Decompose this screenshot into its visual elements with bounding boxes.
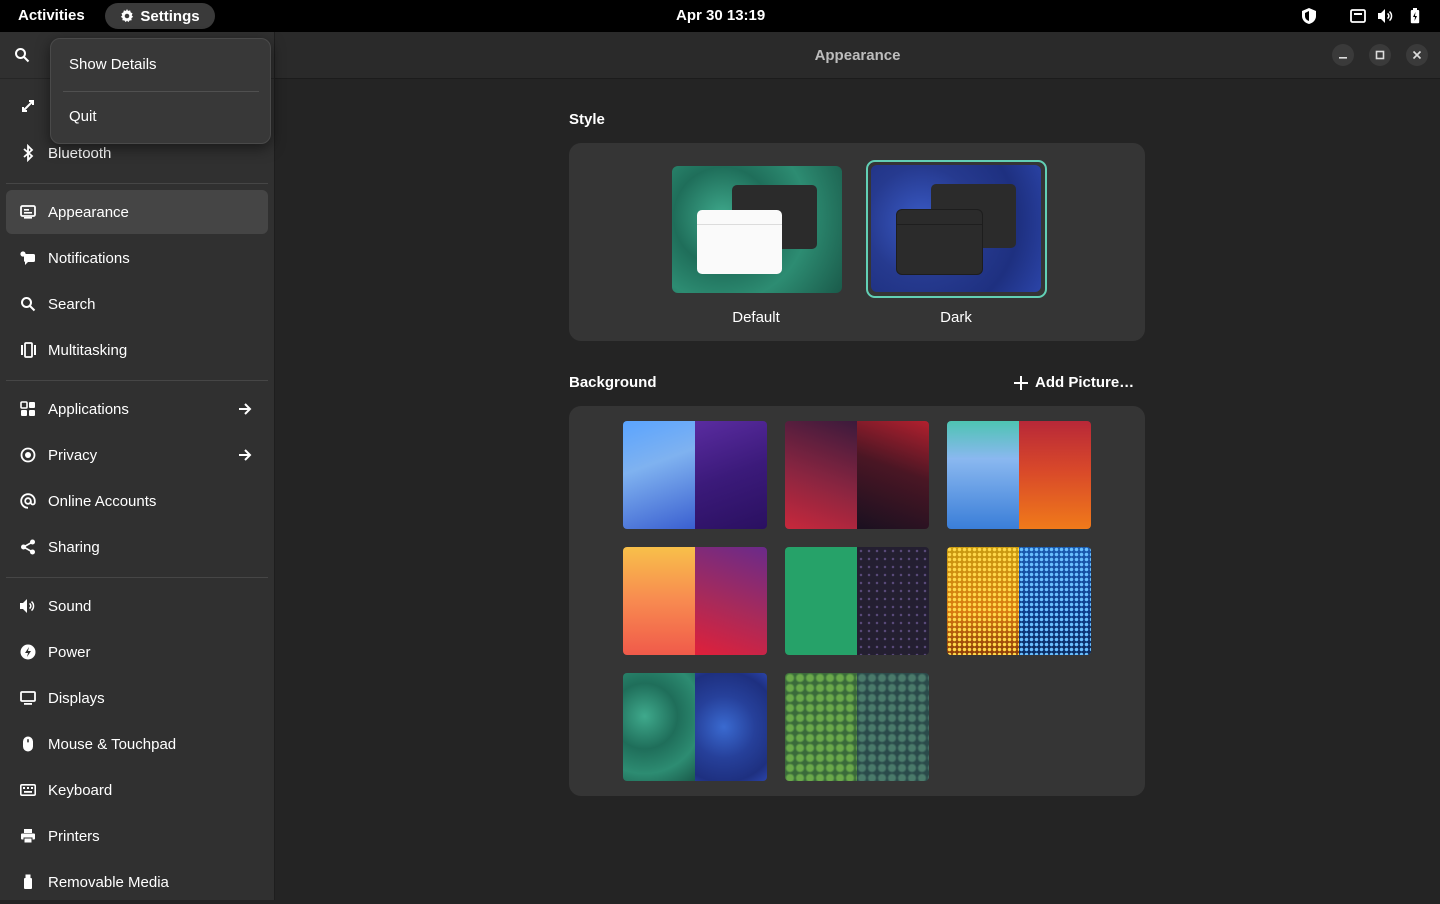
sidebar-item-appearance[interactable]: Appearance — [6, 190, 268, 234]
wallpaper-thumbnail[interactable] — [947, 547, 1091, 655]
appearance-icon — [19, 203, 37, 221]
sidebar-item-label: Displays — [48, 689, 105, 707]
style-option-default[interactable] — [672, 166, 842, 293]
activities-button[interactable]: Activities — [18, 7, 85, 24]
gear-icon — [121, 9, 134, 23]
style-option-dark[interactable] — [871, 165, 1041, 292]
displays-icon — [19, 689, 37, 707]
sidebar-item-printers[interactable]: Printers — [6, 814, 268, 858]
sidebar-item-power[interactable]: Power — [6, 630, 268, 674]
add-picture-label: Add Picture… — [1035, 374, 1135, 391]
wallpaper-thumbnail[interactable] — [623, 673, 767, 781]
sidebar-item-label: Applications — [48, 400, 129, 418]
dark-window-preview — [897, 210, 982, 274]
applications-icon — [19, 400, 37, 418]
sidebar-item-label: Power — [48, 643, 91, 661]
close-button[interactable] — [1406, 44, 1428, 66]
wallpaper-thumbnail[interactable] — [947, 421, 1091, 529]
maximize-button[interactable] — [1369, 44, 1391, 66]
sidebar-item-sharing[interactable]: Sharing — [6, 525, 268, 569]
network-icon — [19, 97, 37, 115]
online-accounts-icon — [19, 492, 37, 510]
sidebar-item-label: Keyboard — [48, 781, 113, 799]
close-icon — [1412, 50, 1422, 60]
style-option-label: Default — [732, 309, 780, 326]
sidebar-item-search[interactable]: Search — [6, 282, 268, 326]
sidebar-item-label: Bluetooth — [48, 144, 112, 162]
shield-icon[interactable] — [1300, 8, 1318, 24]
wallpaper-thumbnail[interactable] — [785, 421, 929, 529]
style-option-label: Dark — [940, 309, 972, 326]
clock[interactable]: Apr 30 13:19 — [676, 7, 765, 24]
removable-media-icon — [19, 873, 37, 891]
sharing-icon — [19, 538, 37, 556]
arrow-right-icon — [239, 449, 252, 461]
sidebar-item-label: Privacy — [48, 446, 98, 464]
plus-icon — [1014, 375, 1028, 390]
search-icon — [19, 295, 37, 313]
sidebar: Bluetooth Appearance Notifications Searc… — [0, 32, 275, 900]
wallpaper-thumbnail[interactable] — [623, 421, 767, 529]
privacy-icon — [19, 446, 37, 464]
printer-icon — [19, 827, 37, 845]
show-details-menu-item[interactable]: Show Details — [69, 56, 157, 73]
sidebar-item-displays[interactable]: Displays — [6, 676, 268, 720]
sidebar-item-label: Mouse & Touchpad — [48, 735, 177, 753]
window-title: Appearance — [814, 47, 901, 64]
app-name: Settings — [140, 7, 200, 25]
mouse-icon — [19, 735, 37, 753]
top-bar: Activities Settings Apr 30 13:19 — [0, 0, 1440, 32]
light-window-preview — [697, 210, 782, 274]
sidebar-item-mouse-touchpad[interactable]: Mouse & Touchpad — [6, 722, 268, 766]
sidebar-item-label: Appearance — [48, 203, 129, 221]
sidebar-item-label: Sound — [48, 597, 92, 615]
style-card — [569, 143, 1145, 341]
sidebar-item-keyboard[interactable]: Keyboard — [6, 768, 268, 812]
style-section-title: Style — [569, 111, 605, 128]
multitasking-icon — [19, 341, 37, 359]
window-headerbar: Appearance — [275, 32, 1440, 79]
sidebar-item-applications[interactable]: Applications — [6, 387, 268, 431]
sidebar-separator — [6, 577, 268, 578]
wallpaper-thumbnail[interactable] — [623, 547, 767, 655]
wallpaper-thumbnail[interactable] — [785, 547, 929, 655]
sidebar-item-multitasking[interactable]: Multitasking — [6, 328, 268, 372]
sidebar-separator — [6, 183, 268, 184]
minimize-icon — [1339, 57, 1347, 59]
sidebar-item-label: Notifications — [48, 249, 130, 267]
sidebar-item-label: Sharing — [48, 538, 100, 556]
battery-icon[interactable] — [1406, 8, 1424, 24]
quit-menu-item[interactable]: Quit — [69, 108, 97, 125]
sound-icon — [19, 597, 37, 615]
sidebar-item-label: Multitasking — [48, 341, 128, 359]
sidebar-separator — [6, 380, 268, 381]
sidebar-item-removable-media[interactable]: Removable Media — [6, 860, 268, 904]
app-menu-button[interactable]: Settings — [105, 3, 215, 29]
keyboard-icon — [19, 781, 37, 799]
sidebar-item-label: Online Accounts — [48, 492, 157, 510]
bluetooth-icon — [19, 144, 37, 162]
background-section-title: Background — [569, 374, 657, 391]
power-icon — [19, 643, 37, 661]
sidebar-item-label: Printers — [48, 827, 100, 845]
network-icon[interactable] — [1349, 8, 1367, 24]
sidebar-item-privacy[interactable]: Privacy — [6, 433, 268, 477]
volume-icon[interactable] — [1377, 8, 1395, 24]
sidebar-item-label: Search — [48, 295, 96, 313]
add-picture-button[interactable]: Add Picture… — [1013, 374, 1134, 391]
minimize-button[interactable] — [1332, 44, 1354, 66]
notifications-icon — [19, 249, 37, 267]
arrow-right-icon — [239, 403, 252, 415]
sidebar-item-online-accounts[interactable]: Online Accounts — [6, 479, 268, 523]
sidebar-item-sound[interactable]: Sound — [6, 584, 268, 628]
wallpaper-thumbnail[interactable] — [785, 673, 929, 781]
menu-separator — [63, 91, 259, 92]
sidebar-item-notifications[interactable]: Notifications — [6, 236, 268, 280]
search-icon[interactable] — [14, 47, 30, 63]
sidebar-item-label: Removable Media — [48, 873, 169, 891]
app-menu-popover: Show Details Quit — [50, 38, 271, 144]
maximize-icon — [1375, 50, 1385, 60]
